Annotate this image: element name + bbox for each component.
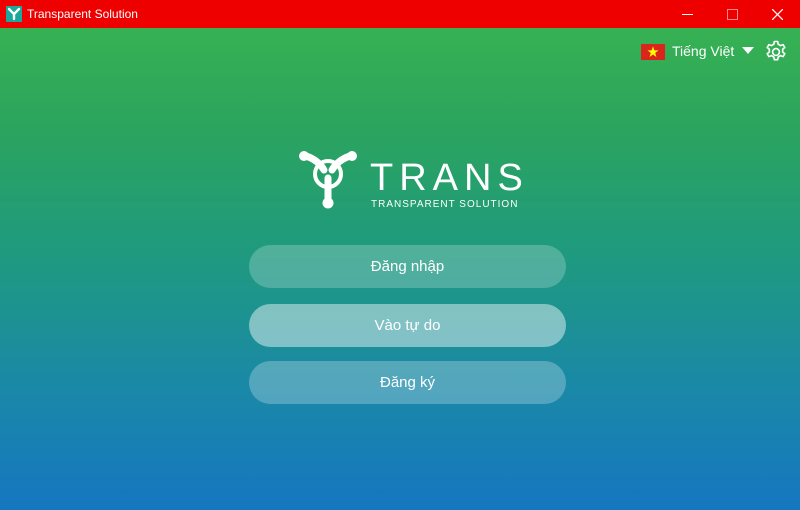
maximize-icon: [727, 9, 738, 20]
app-logo-icon: [6, 6, 22, 22]
close-icon: [772, 9, 783, 20]
close-button[interactable]: [755, 0, 800, 28]
maximize-button[interactable]: [710, 0, 755, 28]
minimize-icon: [682, 14, 693, 15]
logo-wordmark: TRANS: [370, 157, 529, 199]
trans-logo-icon: [299, 151, 357, 209]
minimize-button[interactable]: [665, 0, 710, 28]
login-button[interactable]: Đăng nhập: [249, 245, 566, 288]
gear-icon[interactable]: [764, 40, 788, 64]
guest-entry-button[interactable]: Vào tự do: [249, 304, 566, 347]
brand-logo: TRANS TRANSPARENT SOLUTION: [296, 148, 523, 212]
window-title: Transparent Solution: [27, 7, 138, 21]
register-button[interactable]: Đăng ký: [249, 361, 566, 404]
language-label: Tiếng Việt: [672, 43, 735, 59]
flag-star-icon: [647, 46, 659, 57]
vietnam-flag-icon: [641, 44, 665, 60]
app-window: Transparent Solution Tiếng Việt TRANS TR…: [0, 0, 800, 510]
logo-tagline: TRANSPARENT SOLUTION: [371, 199, 519, 210]
title-bar[interactable]: Transparent Solution: [0, 0, 800, 28]
caret-down-icon[interactable]: [742, 47, 754, 55]
